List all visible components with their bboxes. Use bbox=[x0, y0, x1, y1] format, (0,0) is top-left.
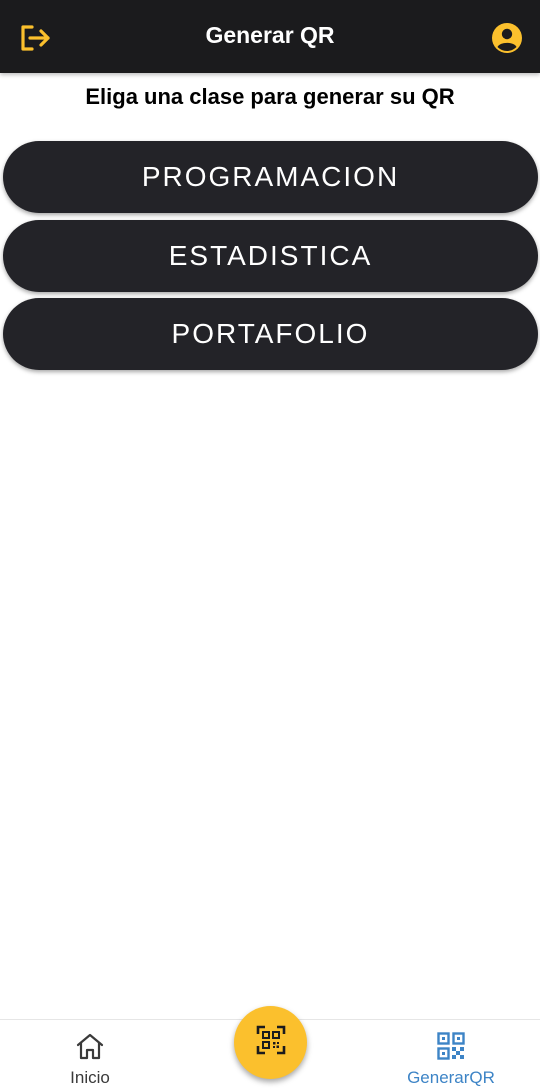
nav-label-generarqr: GenerarQR bbox=[407, 1068, 495, 1087]
instruction-text: Eliga una clase para generar su QR bbox=[85, 84, 455, 109]
app-bar: Generar QR bbox=[0, 0, 540, 73]
nav-item-generarqr[interactable]: GenerarQR bbox=[396, 1032, 506, 1088]
app-screen: Generar QR Eliga una clase para generar … bbox=[0, 0, 540, 1092]
nav-label-inicio: Inicio bbox=[70, 1068, 110, 1087]
page-title: Generar QR bbox=[205, 22, 335, 48]
qr-scan-icon bbox=[256, 1025, 286, 1060]
class-button-estadistica[interactable]: ESTADISTICA bbox=[3, 220, 538, 292]
class-button-portafolio[interactable]: PORTAFOLIO bbox=[3, 298, 538, 370]
qr-code-icon bbox=[437, 1032, 465, 1065]
class-button-programacion[interactable]: PROGRAMACION bbox=[3, 141, 538, 213]
scan-qr-fab-button[interactable] bbox=[234, 1006, 307, 1079]
home-icon bbox=[75, 1032, 105, 1065]
account-circle-icon[interactable] bbox=[491, 22, 523, 54]
nav-item-inicio[interactable]: Inicio bbox=[35, 1032, 145, 1088]
